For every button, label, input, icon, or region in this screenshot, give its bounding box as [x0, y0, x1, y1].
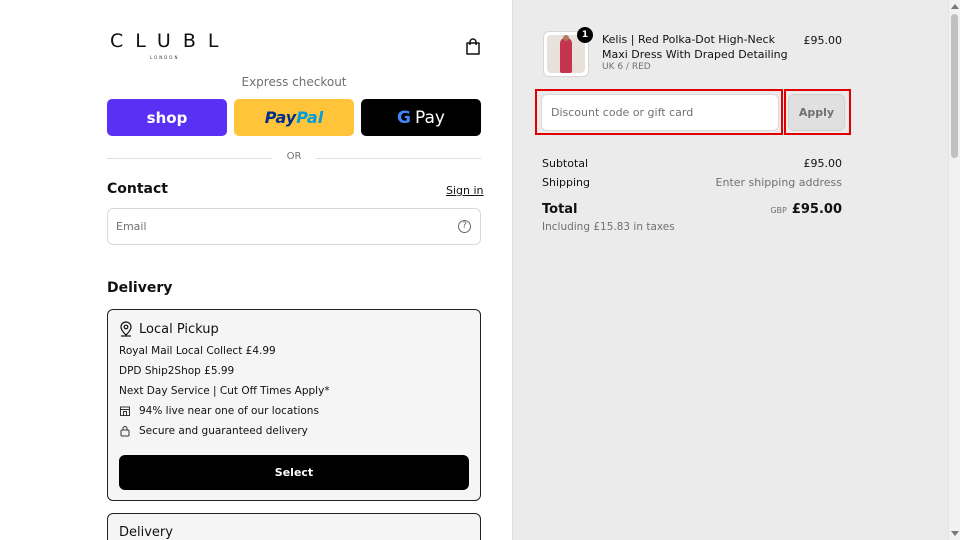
apply-discount-button[interactable]: Apply — [788, 94, 845, 131]
shipping-row: Shipping Enter shipping address — [542, 176, 842, 189]
discount-code-input[interactable] — [542, 95, 778, 130]
subtotal-value: £95.00 — [803, 157, 843, 170]
total-value-wrapper: GBP £95.00 — [742, 202, 842, 217]
product-variant: UK 6 / RED — [602, 62, 651, 72]
product-price: £95.00 — [803, 34, 843, 47]
local-pickup-option[interactable]: Local Pickup Royal Mail Local Collect £4… — [107, 309, 481, 501]
shop-pay-button[interactable]: shop — [107, 99, 227, 136]
scrollbar-thumb[interactable] — [951, 14, 958, 158]
paypal-label-part2: Pal — [296, 108, 324, 127]
pickup-line-next-day: Next Day Service | Cut Off Times Apply* — [119, 385, 330, 397]
delivery-heading: Delivery — [107, 280, 173, 296]
express-checkout-label: Express checkout — [241, 75, 347, 89]
shopping-bag-icon[interactable] — [465, 38, 481, 56]
pickup-feature-secure: Secure and guaranteed delivery — [119, 425, 308, 437]
brand-subtitle: LONDON — [150, 55, 180, 60]
contact-heading: Contact — [107, 181, 168, 197]
total-value: £95.00 — [791, 202, 842, 217]
paypal-button[interactable]: Pay Pal — [234, 99, 354, 136]
google-g-icon: G — [397, 107, 411, 128]
local-pickup-header: Local Pickup — [119, 321, 219, 337]
email-field-wrapper: ? — [107, 208, 481, 245]
scroll-up-arrow-icon[interactable] — [951, 4, 959, 9]
product-thumbnail: 1 — [543, 27, 593, 77]
pickup-line-royal-mail: Royal Mail Local Collect £4.99 — [119, 345, 276, 357]
location-pin-icon — [120, 321, 132, 337]
sign-in-link[interactable]: Sign in — [446, 184, 484, 197]
select-pickup-button[interactable]: Select — [119, 455, 469, 490]
delivery-option[interactable]: Delivery — [107, 513, 481, 540]
lock-icon — [120, 426, 130, 437]
shop-pay-label: shop — [146, 108, 188, 127]
google-pay-button[interactable]: G Pay — [361, 99, 481, 136]
currency-code: GBP — [770, 206, 787, 215]
subtotal-label: Subtotal — [542, 157, 589, 170]
brand-name: CLUBL — [110, 30, 231, 52]
local-pickup-title: Local Pickup — [139, 321, 219, 337]
pickup-feature-secure-text: Secure and guaranteed delivery — [139, 425, 308, 437]
shipping-value: Enter shipping address — [715, 176, 842, 189]
pickup-feature-locations: 94% live near one of our locations — [119, 405, 319, 417]
paypal-label-part1: Pay — [264, 108, 297, 127]
tax-note: Including £15.83 in taxes — [542, 221, 675, 233]
product-name: Kelis | Red Polka-Dot High-Neck Maxi Dre… — [602, 33, 788, 61]
help-circle-icon[interactable]: ? — [458, 220, 471, 233]
or-divider-text: OR — [286, 151, 302, 162]
checkout-main: CLUBL LONDON Express checkout shop Pay Pa… — [0, 0, 512, 540]
discount-field-wrapper — [541, 94, 779, 131]
email-field[interactable] — [108, 209, 438, 244]
store-icon — [120, 406, 130, 416]
pickup-line-dpd: DPD Ship2Shop £5.99 — [119, 365, 235, 377]
pickup-feature-locations-text: 94% live near one of our locations — [139, 405, 319, 417]
or-divider: OR — [107, 151, 481, 165]
page-scrollbar[interactable] — [948, 0, 960, 540]
scroll-down-arrow-icon[interactable] — [951, 531, 959, 536]
google-pay-label: Pay — [415, 107, 445, 128]
order-summary-panel — [512, 0, 948, 540]
quantity-badge: 1 — [577, 27, 593, 43]
shipping-label: Shipping — [542, 176, 590, 189]
total-label: Total — [542, 202, 578, 217]
delivery-option-title: Delivery — [119, 525, 173, 540]
subtotal-row: Subtotal £95.00 — [542, 157, 842, 170]
brand-logo[interactable]: CLUBL LONDON — [110, 30, 232, 60]
